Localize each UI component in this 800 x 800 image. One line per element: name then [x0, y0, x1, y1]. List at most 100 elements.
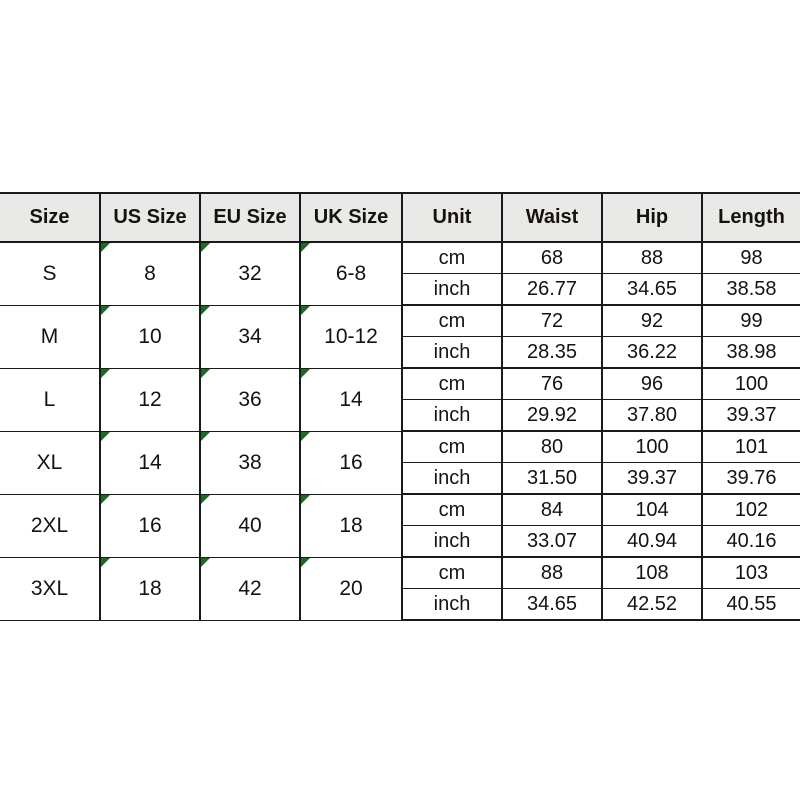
cell-waist: 72 — [501, 305, 602, 337]
column-header-unit: Unit — [401, 192, 502, 243]
cell-hip: 42.52 — [601, 588, 702, 621]
cell-uk-size-text: 6-8 — [335, 261, 367, 285]
cell-size: 2XL — [0, 494, 100, 558]
cell-eu-size-text: 36 — [238, 387, 262, 411]
cell-size: M — [0, 305, 100, 369]
cell-us-size-text: 10 — [138, 324, 162, 348]
green-corner-triangle-icon — [201, 557, 210, 567]
table-row: S 8 32 6-8 cm 68 88 98 — [0, 242, 800, 306]
cell-length: 100 — [701, 368, 800, 400]
cell-uk-size: 16 — [299, 431, 402, 495]
cell-eu-size: 34 — [199, 305, 300, 369]
table-row: 2XL 16 40 18 cm 84 104 102 — [0, 494, 800, 558]
cell-size-text: M — [40, 324, 59, 348]
green-corner-triangle-icon — [201, 305, 210, 315]
cell-waist: 34.65 — [501, 588, 602, 621]
green-corner-triangle-icon — [101, 431, 110, 441]
cell-us-size: 10 — [99, 305, 200, 369]
cell-us-size: 18 — [99, 557, 200, 621]
cell-waist: 31.50 — [501, 462, 602, 495]
cell-hip: 36.22 — [601, 336, 702, 369]
cell-hip: 96 — [601, 368, 702, 400]
green-corner-triangle-icon — [301, 368, 310, 378]
cell-hip: 100 — [601, 431, 702, 463]
cell-hip: 104 — [601, 494, 702, 526]
cell-us-size-text: 8 — [144, 261, 156, 285]
cell-length: 102 — [701, 494, 800, 526]
size-chart-container: Size US Size EU Size UK Size Unit Waist … — [0, 192, 800, 621]
green-corner-triangle-icon — [301, 557, 310, 567]
cell-waist: 68 — [501, 242, 602, 274]
column-header-waist: Waist — [501, 192, 602, 243]
cell-hip: 40.94 — [601, 525, 702, 558]
size-chart-header-row: Size US Size EU Size UK Size Unit Waist … — [0, 192, 800, 243]
cell-unit: inch — [401, 399, 502, 432]
table-row: 3XL 18 42 20 cm 88 108 103 — [0, 557, 800, 621]
cell-size: 3XL — [0, 557, 100, 621]
cell-size-text: 2XL — [30, 513, 69, 537]
cell-uk-size: 10-12 — [299, 305, 402, 369]
cell-unit: cm — [401, 557, 502, 589]
cell-unit: inch — [401, 273, 502, 306]
cell-uk-size: 20 — [299, 557, 402, 621]
cell-waist: 28.35 — [501, 336, 602, 369]
cell-length: 98 — [701, 242, 800, 274]
cell-us-size-text: 18 — [138, 576, 162, 600]
cell-waist: 84 — [501, 494, 602, 526]
column-header-uk-size: UK Size — [299, 192, 402, 243]
cell-size: XL — [0, 431, 100, 495]
size-chart-body: S 8 32 6-8 cm 68 88 98 inch 26.77 34.65 38.58 M 10 34 1… — [0, 242, 800, 621]
cell-uk-size-text: 20 — [339, 576, 363, 600]
size-chart-table: Size US Size EU Size UK Size Unit Waist … — [0, 192, 800, 621]
cell-unit: inch — [401, 525, 502, 558]
cell-unit: cm — [401, 368, 502, 400]
green-corner-triangle-icon — [201, 243, 210, 252]
cell-hip: 37.80 — [601, 399, 702, 432]
cell-uk-size: 18 — [299, 494, 402, 558]
table-row: M 10 34 10-12 cm 72 92 99 — [0, 305, 800, 369]
cell-size-text: 3XL — [30, 576, 69, 600]
cell-hip: 88 — [601, 242, 702, 274]
green-corner-triangle-icon — [201, 431, 210, 441]
cell-eu-size-text: 42 — [238, 576, 262, 600]
cell-unit: cm — [401, 242, 502, 274]
cell-uk-size-text: 16 — [339, 450, 363, 474]
green-corner-triangle-icon — [101, 305, 110, 315]
cell-uk-size-text: 14 — [339, 387, 363, 411]
cell-us-size-text: 16 — [138, 513, 162, 537]
green-corner-triangle-icon — [301, 494, 310, 504]
cell-unit: cm — [401, 494, 502, 526]
cell-length: 39.37 — [701, 399, 800, 432]
cell-size: S — [0, 242, 100, 306]
cell-length: 99 — [701, 305, 800, 337]
cell-us-size: 12 — [99, 368, 200, 432]
column-header-hip: Hip — [601, 192, 702, 243]
cell-waist: 76 — [501, 368, 602, 400]
column-header-size: Size — [0, 192, 100, 243]
cell-eu-size: 32 — [199, 242, 300, 306]
cell-uk-size: 6-8 — [299, 242, 402, 306]
cell-unit: cm — [401, 431, 502, 463]
cell-hip: 108 — [601, 557, 702, 589]
green-corner-triangle-icon — [301, 431, 310, 441]
green-corner-triangle-icon — [201, 368, 210, 378]
green-corner-triangle-icon — [101, 494, 110, 504]
cell-uk-size: 14 — [299, 368, 402, 432]
cell-length: 103 — [701, 557, 800, 589]
cell-uk-size-text: 10-12 — [324, 324, 378, 348]
column-header-length: Length — [701, 192, 800, 243]
green-corner-triangle-icon — [101, 368, 110, 378]
cell-unit: inch — [401, 462, 502, 495]
cell-eu-size: 36 — [199, 368, 300, 432]
cell-length: 40.16 — [701, 525, 800, 558]
cell-eu-size-text: 38 — [238, 450, 262, 474]
cell-us-size-text: 14 — [138, 450, 162, 474]
cell-length: 39.76 — [701, 462, 800, 495]
cell-unit: cm — [401, 305, 502, 337]
cell-size-text: S — [42, 261, 57, 285]
cell-waist: 29.92 — [501, 399, 602, 432]
cell-hip: 92 — [601, 305, 702, 337]
cell-hip: 34.65 — [601, 273, 702, 306]
cell-waist: 88 — [501, 557, 602, 589]
cell-us-size: 16 — [99, 494, 200, 558]
